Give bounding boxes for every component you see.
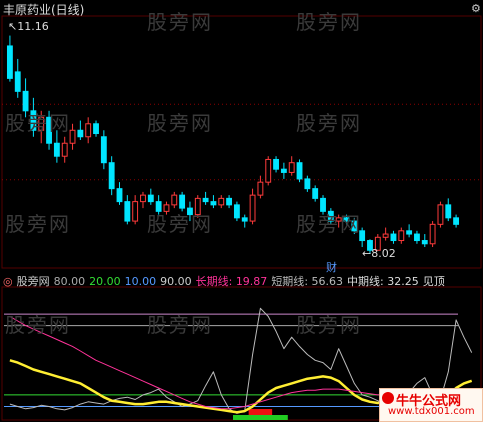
short-line-value: 56.63 <box>311 275 344 288</box>
candle-body <box>69 129 76 144</box>
tail-label: 见顶 <box>422 275 445 288</box>
short-line-legend: 短期线: 56.63 <box>271 275 344 288</box>
candle-body <box>249 194 256 222</box>
level-10: 10.00 <box>124 275 157 288</box>
candle-body <box>132 201 139 222</box>
candle-body <box>108 162 115 190</box>
candle-body <box>233 204 240 219</box>
candle-body <box>14 71 21 92</box>
long-line-label: 长期线 <box>195 275 229 288</box>
candle-body <box>406 230 413 235</box>
candle-body <box>320 197 326 212</box>
candle-body <box>30 110 37 131</box>
candle-body <box>194 197 201 216</box>
candle-body <box>335 217 342 222</box>
candle-body <box>312 188 319 199</box>
mid-line-value: 32.25 <box>387 275 419 288</box>
long-line-legend: 长期线: 19.87 <box>195 275 268 288</box>
candle-body <box>414 233 420 242</box>
indicator-name: 股旁网 <box>16 275 50 288</box>
candle-body <box>359 230 366 242</box>
site-stamp: 牛牛公式网 www.tdx001.com <box>379 388 483 422</box>
candle-body <box>155 201 162 212</box>
site-logo-icon <box>382 392 394 404</box>
long-line-value: 19.87 <box>235 275 268 288</box>
candle-body <box>93 123 99 135</box>
candle-body <box>421 240 428 245</box>
red-signal-bar <box>248 409 273 415</box>
candle-body <box>296 162 303 180</box>
candle-body <box>241 217 248 222</box>
candle-body <box>124 201 131 222</box>
candle-body <box>38 116 45 131</box>
candle-body <box>445 204 452 219</box>
candle-body <box>343 217 350 222</box>
candle-body <box>171 194 178 206</box>
low-price-value: 8.02 <box>371 247 396 260</box>
candle-body <box>187 207 193 216</box>
candle-body <box>288 162 295 173</box>
level-90: 90.00 <box>160 275 192 288</box>
mid-line-legend: 中期线: 32.25 <box>347 275 419 288</box>
candle-body <box>85 123 92 138</box>
indicator-collapse-icon[interactable]: ◎ <box>3 275 13 288</box>
candle-body <box>453 217 460 225</box>
candle-body <box>140 194 146 203</box>
candle-body <box>77 129 84 138</box>
settings-icon[interactable]: ⚙ <box>471 2 481 15</box>
candle-body <box>327 210 334 222</box>
candle-body <box>351 220 358 232</box>
candle-body <box>179 194 186 209</box>
candle-body <box>100 136 107 164</box>
candle-body <box>53 142 60 157</box>
candle-body <box>382 233 389 238</box>
candle-body <box>280 168 287 173</box>
short-line-label: 短期线 <box>271 275 305 288</box>
level-20: 20.00 <box>89 275 121 288</box>
candlestick-panel <box>1 15 482 269</box>
candle-body <box>226 197 233 206</box>
candle-body <box>147 194 154 203</box>
candle-body <box>398 230 405 242</box>
candle-body <box>273 158 279 170</box>
chart-canvas <box>1 15 482 421</box>
candle-body <box>390 233 397 242</box>
level-80: 80.00 <box>53 275 86 288</box>
candle-body <box>163 204 170 212</box>
low-price-label: ←8.02 <box>362 247 396 260</box>
candle-body <box>6 45 13 79</box>
candle-body <box>429 223 436 245</box>
stock-title: 丰原药业(日线) <box>3 3 85 17</box>
indicator-header: ◎ 股旁网 80.00 20.00 10.00 90.00 长期线: 19.87 短期线: 5… <box>3 273 449 289</box>
candle-body <box>218 197 225 206</box>
candle-body <box>257 181 264 196</box>
candle-body <box>46 116 52 144</box>
candle-body <box>304 178 311 190</box>
high-price-label: ↖11.16 <box>8 20 49 33</box>
candle-body <box>61 142 68 157</box>
candle-body <box>210 201 217 206</box>
green-signal-bar <box>233 415 288 420</box>
candle-body <box>202 197 209 203</box>
candle-body <box>22 90 29 112</box>
candle-body <box>437 204 444 225</box>
stamp-url: www.tdx001.com <box>388 406 475 417</box>
mid-line-label: 中期线 <box>347 275 381 288</box>
candle-body <box>116 188 123 203</box>
high-price-value: 11.16 <box>17 20 49 33</box>
candle-body <box>265 158 272 183</box>
